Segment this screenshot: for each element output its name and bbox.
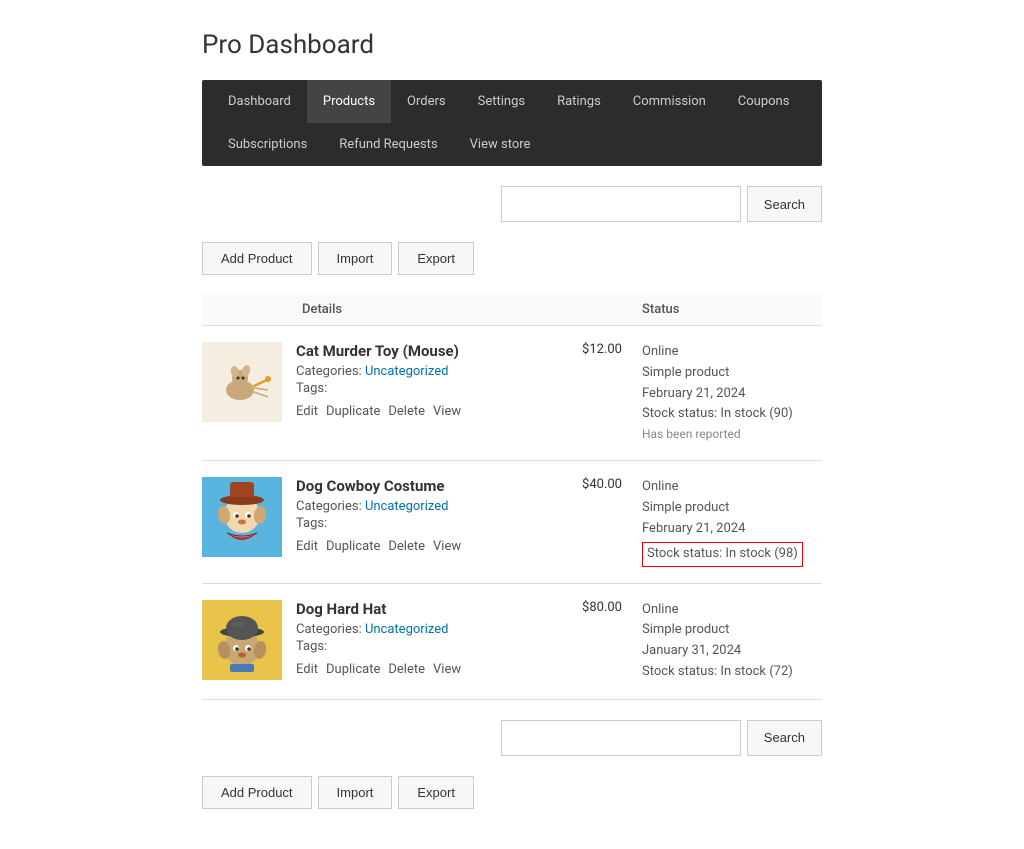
product-status-type-1: Simple product bbox=[642, 363, 822, 384]
product-name-2: Dog Cowboy Costume bbox=[296, 477, 548, 495]
product-categories-1: Categories: Uncategorized bbox=[296, 364, 548, 379]
top-search-bar: Search bbox=[202, 186, 822, 222]
col-header-image bbox=[202, 301, 292, 317]
page-title: Pro Dashboard bbox=[202, 30, 822, 60]
product-status-stock-highlighted-2: Stock status: In stock (98) bbox=[642, 542, 803, 567]
product-price-1: $12.00 bbox=[562, 342, 642, 357]
product-status-stock-1: Stock status: In stock (90) bbox=[642, 404, 822, 425]
nav-bar: Dashboard Products Orders Settings Ratin… bbox=[202, 80, 822, 166]
bottom-import-button[interactable]: Import bbox=[318, 776, 393, 809]
product-category-link-2[interactable]: Uncategorized bbox=[365, 499, 448, 514]
product-status-1: Online Simple product February 21, 2024 … bbox=[642, 342, 822, 444]
nav-dashboard[interactable]: Dashboard bbox=[212, 80, 307, 123]
table-row: Dog Hard Hat Categories: Uncategorized T… bbox=[202, 584, 822, 700]
col-header-details: Details bbox=[292, 301, 562, 317]
nav-view-store[interactable]: View store bbox=[454, 123, 547, 166]
bottom-search-input[interactable] bbox=[501, 720, 741, 756]
nav-orders[interactable]: Orders bbox=[391, 80, 462, 123]
product-delete-1[interactable]: Delete bbox=[388, 404, 425, 419]
product-name-3: Dog Hard Hat bbox=[296, 600, 548, 618]
col-header-price bbox=[562, 301, 642, 317]
nav-coupons[interactable]: Coupons bbox=[722, 80, 806, 123]
product-status-online-3: Online bbox=[642, 600, 822, 621]
bottom-export-button[interactable]: Export bbox=[398, 776, 474, 809]
product-edit-3[interactable]: Edit bbox=[296, 662, 318, 677]
nav-commission[interactable]: Commission bbox=[617, 80, 722, 123]
top-action-buttons: Add Product Import Export bbox=[202, 242, 822, 275]
nav-ratings[interactable]: Ratings bbox=[541, 80, 617, 123]
product-details-2: Dog Cowboy Costume Categories: Uncategor… bbox=[282, 477, 562, 554]
product-status-date-2: February 21, 2024 bbox=[642, 519, 822, 540]
table-header: Details Status bbox=[202, 293, 822, 326]
table-row: Dog Cowboy Costume Categories: Uncategor… bbox=[202, 461, 822, 583]
product-details-1: Cat Murder Toy (Mouse) Categories: Uncat… bbox=[282, 342, 562, 419]
bottom-search-button[interactable]: Search bbox=[747, 720, 822, 756]
product-actions-3: Edit Duplicate Delete View bbox=[296, 662, 548, 677]
product-duplicate-3[interactable]: Duplicate bbox=[326, 662, 380, 677]
nav-products[interactable]: Products bbox=[307, 80, 391, 123]
product-name-1: Cat Murder Toy (Mouse) bbox=[296, 342, 548, 360]
bottom-action-buttons: Add Product Import Export bbox=[202, 776, 822, 809]
nav-settings[interactable]: Settings bbox=[462, 80, 541, 123]
product-duplicate-2[interactable]: Duplicate bbox=[326, 539, 380, 554]
col-header-status: Status bbox=[642, 301, 822, 317]
product-status-type-3: Simple product bbox=[642, 620, 822, 641]
product-categories-3: Categories: Uncategorized bbox=[296, 622, 548, 637]
product-status-online-1: Online bbox=[642, 342, 822, 363]
product-view-3[interactable]: View bbox=[433, 662, 461, 677]
top-export-button[interactable]: Export bbox=[398, 242, 474, 275]
product-status-2: Online Simple product February 21, 2024 … bbox=[642, 477, 822, 566]
product-price-3: $80.00 bbox=[562, 600, 642, 615]
product-view-2[interactable]: View bbox=[433, 539, 461, 554]
product-image-dog-cowboy bbox=[202, 477, 282, 557]
product-tags-2: Tags: bbox=[296, 516, 548, 531]
top-search-input[interactable] bbox=[501, 186, 741, 222]
product-details-3: Dog Hard Hat Categories: Uncategorized T… bbox=[282, 600, 562, 677]
product-edit-2[interactable]: Edit bbox=[296, 539, 318, 554]
nav-row-2: Subscriptions Refund Requests View store bbox=[212, 123, 812, 166]
product-tags-3: Tags: bbox=[296, 639, 548, 654]
product-categories-2: Categories: Uncategorized bbox=[296, 499, 548, 514]
product-status-type-2: Simple product bbox=[642, 498, 822, 519]
product-image-cat-toy bbox=[202, 342, 282, 422]
product-delete-2[interactable]: Delete bbox=[388, 539, 425, 554]
nav-row-1: Dashboard Products Orders Settings Ratin… bbox=[212, 80, 812, 123]
product-category-link-3[interactable]: Uncategorized bbox=[365, 622, 448, 637]
product-status-date-1: February 21, 2024 bbox=[642, 384, 822, 405]
nav-subscriptions[interactable]: Subscriptions bbox=[212, 123, 323, 166]
product-delete-3[interactable]: Delete bbox=[388, 662, 425, 677]
nav-refund-requests[interactable]: Refund Requests bbox=[323, 123, 453, 166]
product-tags-1: Tags: bbox=[296, 381, 548, 396]
product-category-link-1[interactable]: Uncategorized bbox=[365, 364, 448, 379]
product-edit-1[interactable]: Edit bbox=[296, 404, 318, 419]
product-price-2: $40.00 bbox=[562, 477, 642, 492]
top-add-product-button[interactable]: Add Product bbox=[202, 242, 312, 275]
table-row: Cat Murder Toy (Mouse) Categories: Uncat… bbox=[202, 326, 822, 461]
product-reported-1: Has been reported bbox=[642, 425, 822, 444]
product-view-1[interactable]: View bbox=[433, 404, 461, 419]
bottom-add-product-button[interactable]: Add Product bbox=[202, 776, 312, 809]
top-import-button[interactable]: Import bbox=[318, 242, 393, 275]
product-duplicate-1[interactable]: Duplicate bbox=[326, 404, 380, 419]
product-status-3: Online Simple product January 31, 2024 S… bbox=[642, 600, 822, 683]
product-image-dog-hat bbox=[202, 600, 282, 680]
product-status-online-2: Online bbox=[642, 477, 822, 498]
product-actions-1: Edit Duplicate Delete View bbox=[296, 404, 548, 419]
product-status-date-3: January 31, 2024 bbox=[642, 641, 822, 662]
product-status-stock-3: Stock status: In stock (72) bbox=[642, 662, 822, 683]
top-search-button[interactable]: Search bbox=[747, 186, 822, 222]
bottom-search-bar: Search bbox=[202, 720, 822, 756]
product-actions-2: Edit Duplicate Delete View bbox=[296, 539, 548, 554]
